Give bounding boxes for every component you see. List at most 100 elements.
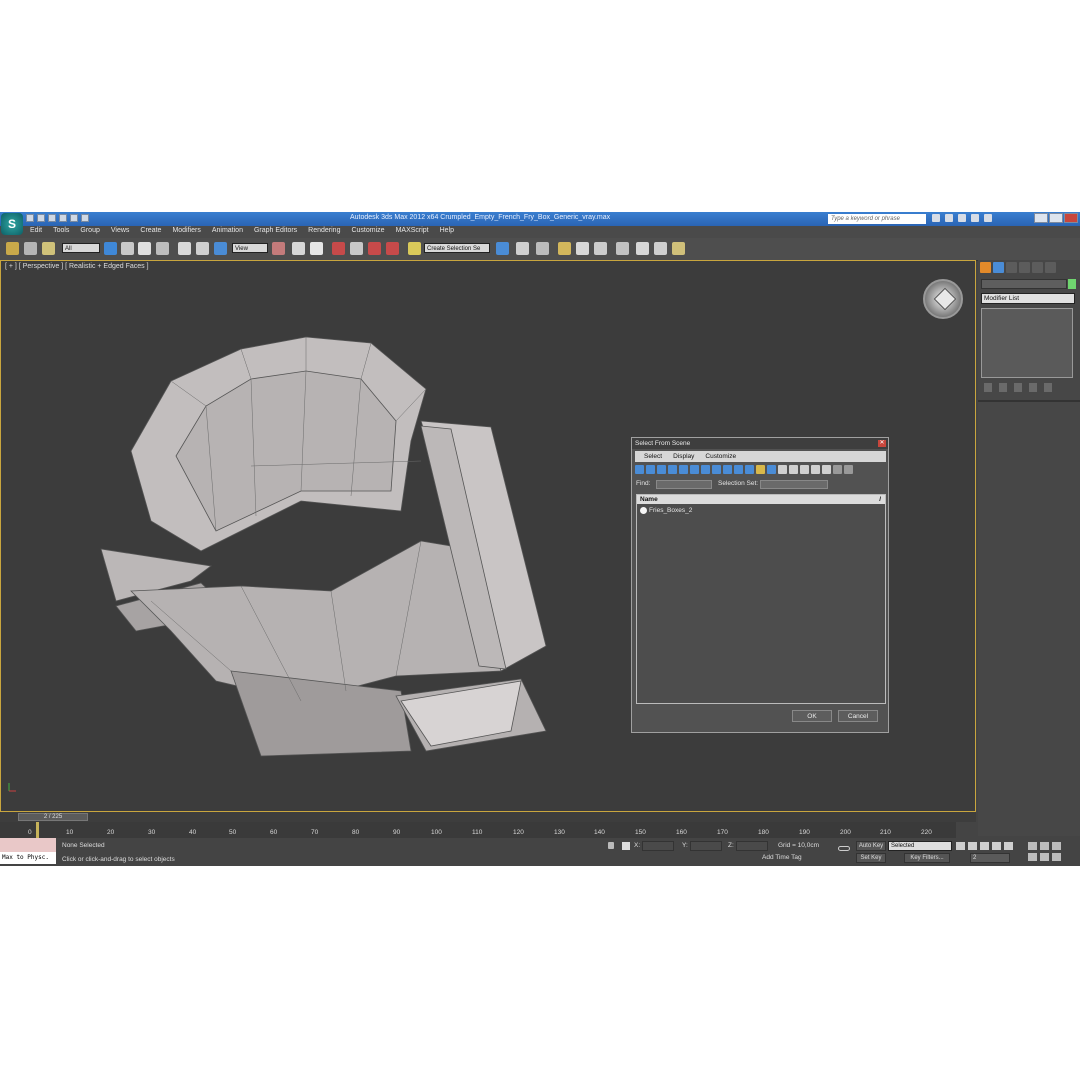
- set-key-button[interactable]: Set Key: [856, 853, 886, 863]
- selection-filter-dropdown[interactable]: All: [62, 243, 100, 253]
- scene-object-list[interactable]: Name / Fries_Boxes_2: [636, 494, 886, 704]
- display-none-icon[interactable]: [778, 465, 787, 474]
- maxscript-listener-input[interactable]: [0, 838, 56, 852]
- graphite-modeling-icon[interactable]: [558, 242, 571, 255]
- angle-snap-icon[interactable]: [350, 242, 363, 255]
- find-input[interactable]: [656, 480, 712, 489]
- undo-icon[interactable]: [59, 214, 67, 222]
- dialog-close-button[interactable]: ✕: [878, 440, 886, 447]
- filter-icon[interactable]: [833, 465, 842, 474]
- selection-lock-icon[interactable]: [608, 842, 614, 849]
- menu-tools[interactable]: Tools: [53, 227, 69, 234]
- display-space-warps-icon[interactable]: [690, 465, 699, 474]
- remove-modifier-icon[interactable]: [1029, 383, 1037, 392]
- previous-frame-icon[interactable]: [968, 842, 977, 850]
- menu-edit[interactable]: Edit: [30, 227, 42, 234]
- add-time-tag-button[interactable]: Add Time Tag: [762, 853, 822, 863]
- modifier-stack[interactable]: [981, 308, 1073, 378]
- create-tab-icon[interactable]: [980, 262, 991, 273]
- display-containers-icon[interactable]: [734, 465, 743, 474]
- favorites-icon[interactable]: [971, 214, 979, 222]
- key-filters-button[interactable]: Key Filters...: [904, 853, 950, 863]
- absolute-mode-icon[interactable]: [622, 842, 630, 850]
- dialog-menu-select[interactable]: Select: [644, 451, 662, 462]
- key-mode-dropdown[interactable]: Selected: [888, 841, 952, 851]
- app-logo-icon[interactable]: S: [1, 213, 23, 235]
- menu-graph-editors[interactable]: Graph Editors: [254, 227, 297, 234]
- binoculars-icon[interactable]: [932, 214, 940, 222]
- communication-icon[interactable]: [958, 214, 966, 222]
- z-coord-field[interactable]: [736, 841, 768, 851]
- window-crossing-icon[interactable]: [156, 242, 169, 255]
- named-selection-dropdown[interactable]: Create Selection Se: [424, 243, 490, 253]
- select-all-icon[interactable]: [811, 465, 820, 474]
- cancel-button[interactable]: Cancel: [838, 710, 878, 722]
- menu-animation[interactable]: Animation: [212, 227, 243, 234]
- align-icon[interactable]: [516, 242, 529, 255]
- new-file-icon[interactable]: [26, 214, 34, 222]
- select-and-move-icon[interactable]: [178, 242, 191, 255]
- edit-named-selection-icon[interactable]: [408, 242, 421, 255]
- play-icon[interactable]: [980, 842, 989, 850]
- select-object-icon[interactable]: [104, 242, 117, 255]
- select-none-icon[interactable]: [822, 465, 831, 474]
- bind-to-space-warp-icon[interactable]: [42, 242, 55, 255]
- display-invert-icon[interactable]: [789, 465, 798, 474]
- track-bar[interactable]: 0 10 20 30 40 50 60 70 80 90 100 110 120…: [0, 822, 956, 838]
- name-column-header[interactable]: Name /: [637, 495, 885, 504]
- display-groups-icon[interactable]: [701, 465, 710, 474]
- select-and-manipulate-icon[interactable]: [292, 242, 305, 255]
- zoom-all-icon[interactable]: [1040, 842, 1049, 850]
- find-case-icon[interactable]: [844, 465, 853, 474]
- display-xrefs-icon[interactable]: [712, 465, 721, 474]
- dialog-menu-display[interactable]: Display: [673, 451, 694, 462]
- select-and-link-icon[interactable]: [6, 242, 19, 255]
- maximize-button[interactable]: [1049, 213, 1063, 223]
- display-all-icon[interactable]: [767, 465, 776, 474]
- reference-coordinate-dropdown[interactable]: View: [232, 243, 268, 253]
- search-input[interactable]: Type a keyword or phrase: [828, 214, 926, 224]
- field-of-view-icon[interactable]: [1028, 853, 1037, 861]
- unlink-selection-icon[interactable]: [24, 242, 37, 255]
- go-to-start-icon[interactable]: [956, 842, 965, 850]
- go-to-end-icon[interactable]: [1004, 842, 1013, 850]
- snaps-toggle-icon[interactable]: [332, 242, 345, 255]
- pivot-center-icon[interactable]: [272, 242, 285, 255]
- y-coord-field[interactable]: [690, 841, 722, 851]
- display-cameras-icon[interactable]: [668, 465, 677, 474]
- x-coord-field[interactable]: [642, 841, 674, 851]
- display-tab-icon[interactable]: [1032, 262, 1043, 273]
- display-shapes-icon[interactable]: [646, 465, 655, 474]
- layer-manager-icon[interactable]: [536, 242, 549, 255]
- minimize-button[interactable]: [1034, 213, 1048, 223]
- menu-help[interactable]: Help: [440, 227, 454, 234]
- make-unique-icon[interactable]: [1014, 383, 1022, 392]
- material-editor-icon[interactable]: [616, 242, 629, 255]
- help-icon[interactable]: [984, 214, 992, 222]
- dialog-menu-customize[interactable]: Customize: [705, 451, 736, 462]
- motion-tab-icon[interactable]: [1019, 262, 1030, 273]
- object-color-swatch[interactable]: [1068, 279, 1076, 289]
- hierarchy-tab-icon[interactable]: [1006, 262, 1017, 273]
- zoom-icon[interactable]: [1028, 842, 1037, 850]
- menu-rendering[interactable]: Rendering: [308, 227, 340, 234]
- maximize-viewport-icon[interactable]: [1052, 853, 1061, 861]
- rectangular-selection-icon[interactable]: [138, 242, 151, 255]
- menu-group[interactable]: Group: [80, 227, 99, 234]
- close-button[interactable]: [1064, 213, 1078, 223]
- configure-modifier-sets-icon[interactable]: [1044, 383, 1052, 392]
- select-by-name-icon[interactable]: [121, 242, 134, 255]
- spinner-snap-icon[interactable]: [386, 242, 399, 255]
- display-lights-icon[interactable]: [657, 465, 666, 474]
- open-file-icon[interactable]: [37, 214, 45, 222]
- select-and-rotate-icon[interactable]: [196, 242, 209, 255]
- maxscript-listener-output[interactable]: Max to Physc.: [0, 852, 56, 864]
- modify-tab-icon[interactable]: [993, 262, 1004, 273]
- display-bones-icon[interactable]: [723, 465, 732, 474]
- mirror-icon[interactable]: [496, 242, 509, 255]
- menu-views[interactable]: Views: [111, 227, 130, 234]
- curve-editor-icon[interactable]: [576, 242, 589, 255]
- time-slider[interactable]: 2 / 225: [0, 812, 976, 822]
- redo-icon[interactable]: [70, 214, 78, 222]
- display-hidden-icon[interactable]: [756, 465, 765, 474]
